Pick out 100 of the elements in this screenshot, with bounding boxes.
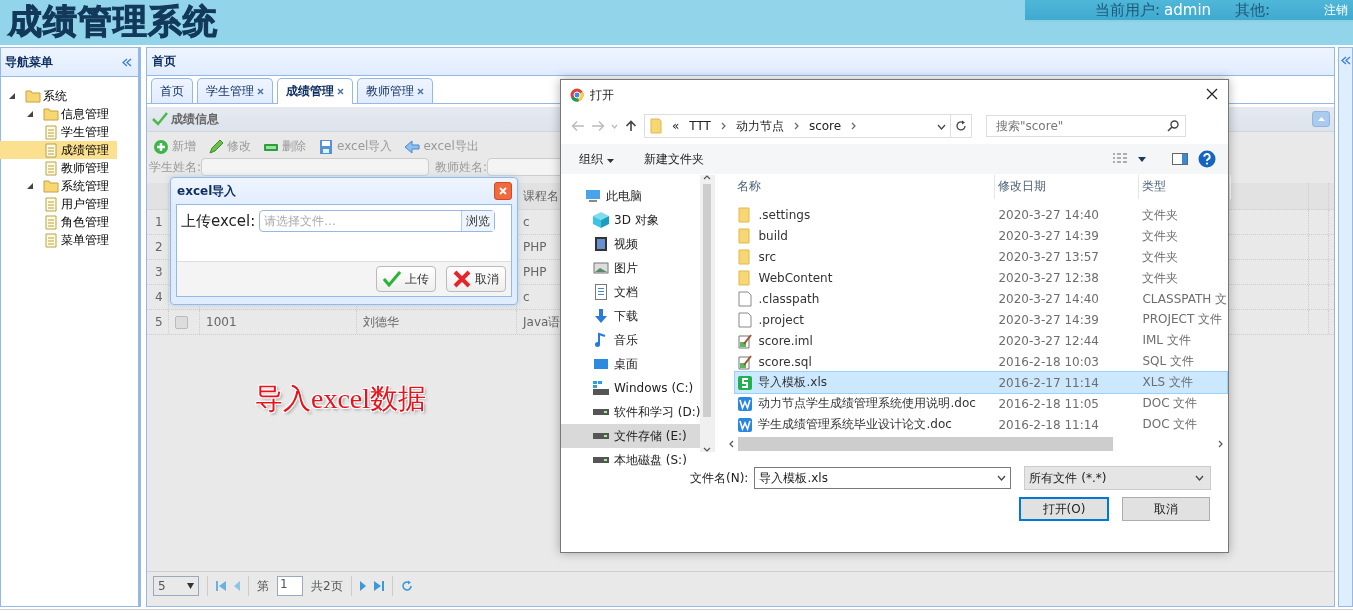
search-field[interactable]: 搜索"score" <box>986 115 1186 137</box>
file-row[interactable]: .settings 2020-3-27 14:40 文件夹 <box>735 204 1228 226</box>
breadcrumb-item[interactable]: TTT <box>689 119 711 133</box>
organize-menu[interactable]: 组织 <box>579 150 614 168</box>
scroll-up-icon[interactable] <box>703 175 712 180</box>
document-icon <box>45 232 57 248</box>
dropdown-icon[interactable] <box>937 124 946 130</box>
tree-item[interactable]: 教师管理 <box>0 159 117 177</box>
scroll-down-icon[interactable] <box>703 447 712 452</box>
dialog-button[interactable]: 打开(O) <box>1019 497 1109 521</box>
folder-icon <box>43 107 59 121</box>
file-row[interactable]: .classpath 2020-3-27 14:40 CLASSPATH 文 <box>735 288 1228 310</box>
file-row[interactable]: 动力节点学生成绩管理系统使用说明.doc 2016-2-18 11:05 DOC 文件 <box>735 393 1228 415</box>
refresh-button[interactable] <box>950 114 972 138</box>
tree-item[interactable]: 角色管理 <box>0 213 117 231</box>
column-header[interactable]: 修改日期 <box>995 175 1140 199</box>
plus-icon <box>153 138 169 155</box>
check-icon <box>152 112 168 126</box>
row-number: 2 <box>147 235 169 259</box>
help-icon[interactable] <box>1198 150 1216 168</box>
preview-pane-icon[interactable] <box>1172 153 1188 165</box>
dialog-button[interactable]: 取消 <box>446 266 506 292</box>
input-field[interactable] <box>201 158 430 176</box>
page-input[interactable]: 1 <box>277 576 303 596</box>
field-label: 文件名(N): <box>690 469 749 487</box>
tab[interactable]: 首页 <box>151 78 193 103</box>
new-folder-button[interactable]: 新建文件夹 <box>643 150 704 168</box>
sidebar-item[interactable]: 桌面 <box>561 352 701 376</box>
tree-item[interactable]: 系统 <box>43 87 67 105</box>
panel-title: 成绩信息 <box>171 110 219 128</box>
file-type-select[interactable]: 所有文件 (*.*) <box>1024 466 1212 490</box>
expanded-triangle-icon[interactable] <box>27 111 33 117</box>
expand-icon[interactable] <box>1340 56 1351 65</box>
text-file-icon <box>737 332 754 349</box>
browse-button[interactable]: 浏览 <box>461 211 494 231</box>
close-icon[interactable] <box>1206 88 1218 100</box>
tree-item[interactable]: 学生管理 <box>0 123 117 141</box>
dialog-button[interactable]: 上传 <box>376 266 436 292</box>
pencil-icon <box>208 138 224 155</box>
caret-icon <box>606 158 614 163</box>
sidebar-item[interactable]: 本地磁盘 (S:) <box>561 448 701 472</box>
chevron-down-icon <box>1195 475 1205 481</box>
file-row[interactable]: src 2020-3-27 13:57 文件夹 <box>735 246 1228 268</box>
file-row[interactable]: 学生成绩管理系统毕业设计论文.doc 2016-2-18 11:14 DOC 文件 <box>735 414 1228 436</box>
caret-icon[interactable] <box>1138 157 1146 162</box>
scrollbar[interactable] <box>700 175 715 452</box>
checkbox[interactable] <box>175 315 188 329</box>
tab[interactable]: 成绩管理 <box>277 78 353 104</box>
scroll-right-icon[interactable] <box>1218 439 1224 448</box>
column-header[interactable]: 名称 <box>735 175 996 199</box>
tree-item[interactable]: 信息管理 <box>61 105 109 123</box>
dialog-title: 打开 <box>590 86 614 104</box>
breadcrumb-item[interactable]: score <box>808 119 842 133</box>
folder-icon <box>650 118 662 134</box>
chevron-icon[interactable] <box>793 122 799 130</box>
expanded-triangle-icon[interactable] <box>9 93 15 99</box>
expanded-triangle-icon[interactable] <box>27 183 33 189</box>
document-icon <box>45 160 57 176</box>
file-row[interactable]: 导入模板.xls 2016-2-17 11:14 XLS 文件 <box>735 372 1228 394</box>
row-number: 3 <box>147 260 169 284</box>
chevron-icon[interactable] <box>720 122 726 130</box>
file-row[interactable]: score.iml 2020-3-27 12:44 IML 文件 <box>735 330 1228 352</box>
file-row[interactable]: build 2020-3-27 14:39 文件夹 <box>735 225 1228 247</box>
tree-item[interactable]: 系统管理 <box>61 177 109 195</box>
file-input-field[interactable]: 请选择文件... 浏览 <box>259 210 495 232</box>
tree-item[interactable]: 菜单管理 <box>0 231 117 249</box>
collapse-icon[interactable] <box>122 57 132 67</box>
tab[interactable]: 教师管理 <box>357 78 433 103</box>
tree-item[interactable]: 用户管理 <box>0 195 117 213</box>
document-icon <box>45 124 57 140</box>
chevron-icon[interactable] <box>851 122 857 130</box>
tree-item[interactable]: 成绩管理 <box>0 141 117 159</box>
search-icon <box>1167 120 1179 132</box>
breadcrumb-item[interactable]: 动力节点 <box>735 117 784 135</box>
drive-icon <box>593 457 609 463</box>
row-number: 1 <box>147 210 169 234</box>
address-bar[interactable]: « TTT 动力节点 score <box>644 114 951 138</box>
column-header[interactable]: 类型 <box>1139 175 1232 199</box>
sidebar-item[interactable]: Windows (C:) <box>561 376 701 400</box>
last-page-icon[interactable] <box>373 581 384 591</box>
folder-icon <box>25 89 41 103</box>
scroll-left-icon[interactable] <box>729 439 735 448</box>
overflow-chevron[interactable]: « <box>672 119 680 133</box>
file-row[interactable]: .project 2020-3-27 14:39 PROJECT 文件 <box>735 309 1228 331</box>
sidebar-item[interactable]: 文件存储 (E:) <box>561 424 701 448</box>
nav-title: 导航菜单 <box>5 53 53 71</box>
page-size-select[interactable]: 5 <box>153 576 199 596</box>
close-button[interactable] <box>494 182 512 200</box>
file-row[interactable]: score.sql 2016-2-18 10:03 SQL 文件 <box>735 351 1228 373</box>
browser-logo-icon <box>570 88 584 102</box>
refresh-icon[interactable] <box>400 580 413 592</box>
tab[interactable]: 学生管理 <box>197 78 273 103</box>
filter-label: 教师姓名: <box>435 158 488 176</box>
file-name-field[interactable]: 导入模板.xls <box>754 467 1012 489</box>
file-row[interactable]: WebContent 2020-3-27 12:38 文件夹 <box>735 267 1228 289</box>
dialog-button[interactable]: 取消 <box>1122 497 1210 521</box>
sidebar-item[interactable]: 软件和学习 (D:) <box>561 400 701 424</box>
next-page-icon[interactable] <box>359 581 366 591</box>
other-label: 其他: <box>1235 0 1271 20</box>
up-arrow-icon[interactable] <box>624 120 638 132</box>
